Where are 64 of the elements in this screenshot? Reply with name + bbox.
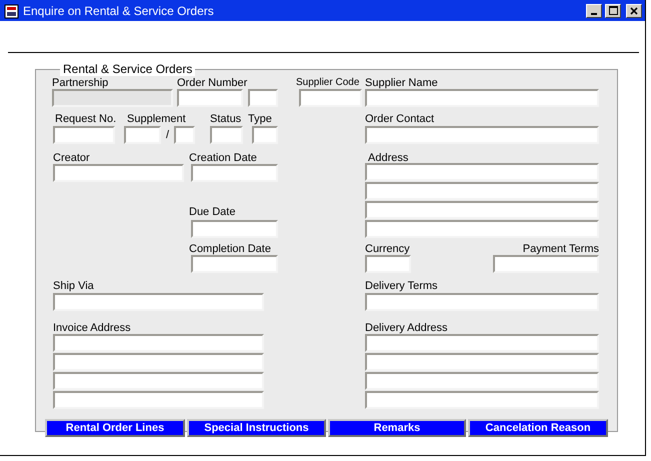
- input-field[interactable]: [365, 293, 599, 311]
- field-label: Address: [368, 152, 408, 164]
- field-label: Creation Date: [189, 152, 257, 164]
- field-label: Supplement: [127, 113, 186, 125]
- input-field[interactable]: [248, 89, 278, 107]
- input-field[interactable]: [191, 255, 278, 273]
- maximize-button[interactable]: [605, 4, 621, 18]
- input-field[interactable]: [365, 89, 599, 107]
- input-field[interactable]: [365, 372, 599, 390]
- field-label: Type: [248, 113, 272, 125]
- input-field[interactable]: [124, 126, 161, 144]
- input-field[interactable]: [210, 126, 243, 144]
- close-button[interactable]: [626, 4, 642, 18]
- input-field[interactable]: [365, 126, 599, 144]
- field-label: Order Number: [177, 77, 248, 89]
- field-label: Creator: [53, 152, 90, 164]
- input-field[interactable]: [365, 391, 599, 409]
- input-field[interactable]: [365, 255, 411, 273]
- minimize-button[interactable]: [586, 4, 602, 18]
- input-field[interactable]: [365, 334, 599, 352]
- field-label: Currency: [365, 243, 410, 255]
- input-field[interactable]: [53, 334, 264, 352]
- field-label: Request No.: [55, 113, 116, 125]
- input-field[interactable]: [53, 293, 264, 311]
- separator-text: /: [164, 129, 170, 141]
- field-label: Invoice Address: [53, 322, 131, 334]
- input-field[interactable]: [191, 220, 278, 238]
- minimize-icon: [591, 12, 597, 14]
- field-label: Ship Via: [53, 280, 94, 292]
- input-field[interactable]: [299, 89, 362, 107]
- field-label: Supplier Code: [296, 77, 360, 89]
- close-icon: [630, 6, 638, 14]
- input-field[interactable]: [53, 353, 264, 371]
- input-field[interactable]: [177, 89, 243, 107]
- input-field[interactable]: [53, 164, 184, 182]
- input-field[interactable]: [365, 353, 599, 371]
- tab-button[interactable]: Special Instructions: [187, 419, 326, 437]
- field-label: Delivery Terms: [365, 280, 438, 292]
- input-field[interactable]: [53, 372, 264, 390]
- input-field[interactable]: [53, 126, 115, 144]
- field-label: Completion Date: [189, 243, 271, 255]
- input-field[interactable]: [174, 126, 195, 144]
- input-field[interactable]: [191, 164, 278, 182]
- input-field[interactable]: [53, 391, 264, 409]
- field-label: Status: [210, 113, 242, 125]
- field-label: Order Contact: [365, 113, 434, 125]
- tab-button[interactable]: Rental Order Lines: [45, 419, 185, 437]
- field-label: Delivery Address: [365, 322, 448, 334]
- input-field[interactable]: [493, 255, 599, 273]
- field-label: Due Date: [189, 206, 236, 218]
- field-label: Payment Terms: [522, 243, 599, 255]
- tab-button[interactable]: Cancelation Reason: [468, 419, 608, 437]
- panel-title: Rental & Service Orders: [60, 62, 196, 76]
- input-field[interactable]: [365, 201, 599, 219]
- tab-button[interactable]: Remarks: [328, 419, 466, 437]
- input-field[interactable]: [365, 163, 599, 181]
- input-field[interactable]: [365, 220, 599, 238]
- window-title: Enquire on Rental & Service Orders: [23, 4, 215, 18]
- field-label: Partnership: [52, 77, 108, 89]
- app-icon: [4, 2, 20, 18]
- input-field[interactable]: [365, 182, 599, 200]
- maximize-icon: [608, 6, 618, 15]
- field-label: Supplier Name: [365, 77, 438, 89]
- input-field[interactable]: [252, 126, 278, 144]
